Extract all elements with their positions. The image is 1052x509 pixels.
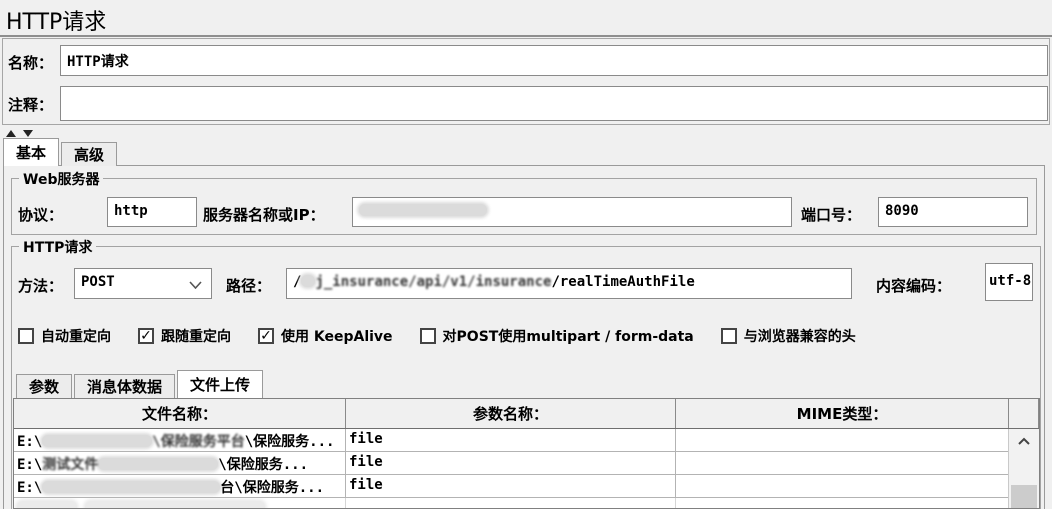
port-label: 端口号： bbox=[801, 206, 862, 224]
server-name-input[interactable] bbox=[352, 197, 792, 227]
checkbox-box[interactable] bbox=[419, 328, 436, 344]
redacted-text bbox=[359, 204, 487, 216]
chevron-down-icon bbox=[189, 281, 202, 289]
scroll-up-button[interactable] bbox=[1009, 429, 1039, 453]
text bbox=[77, 500, 85, 508]
name-label: 名称： bbox=[8, 54, 54, 72]
tab-advanced[interactable]: 高级 bbox=[61, 142, 118, 166]
cell-mime-type[interactable] bbox=[676, 429, 1009, 451]
table-row[interactable]: E:\测试文件 \保险服务... file bbox=[14, 452, 1039, 475]
protocol-label: 协议： bbox=[18, 206, 64, 224]
content-encoding-label: 内容编码： bbox=[876, 277, 952, 295]
text: E:\ bbox=[17, 480, 43, 496]
checkbox-auto-redirect[interactable]: 自动重定向 bbox=[18, 326, 111, 346]
tab-basic[interactable]: 基本 bbox=[3, 138, 60, 166]
cell-param-name[interactable]: file bbox=[346, 475, 676, 497]
redacted-text bbox=[301, 275, 316, 287]
text: / bbox=[293, 274, 302, 290]
redacted-text bbox=[98, 458, 219, 470]
path-label: 路径： bbox=[226, 277, 272, 295]
name-input[interactable]: HTTP请求 bbox=[60, 45, 1048, 76]
redacted-text bbox=[42, 481, 221, 493]
cell-file-name[interactable] bbox=[14, 498, 346, 508]
comments-input[interactable] bbox=[60, 86, 1048, 121]
web-server-legend: Web服务器 bbox=[19, 169, 104, 189]
text: E:\ bbox=[17, 457, 43, 473]
checkbox-box[interactable] bbox=[720, 328, 737, 344]
tab-body-data[interactable]: 消息体数据 bbox=[74, 374, 176, 398]
tab-parameters[interactable]: 参数 bbox=[16, 374, 73, 398]
path-input[interactable]: / j_insurance/api/v1/insurance/realTimeAu… bbox=[286, 268, 852, 299]
request-body-tab-bar: 参数 消息体数据 文件上传 bbox=[16, 369, 265, 398]
cell-param-name[interactable]: file bbox=[346, 452, 676, 474]
scrollbar-thumb[interactable] bbox=[1011, 485, 1037, 508]
protocol-input[interactable]: http bbox=[107, 197, 197, 227]
text: E:\ bbox=[17, 434, 43, 450]
cell-param-name[interactable]: file bbox=[346, 429, 676, 451]
blurred-text: j_insurance/api/v1/insurance bbox=[315, 274, 552, 290]
cell-file-name[interactable]: E:\ \保险服务平台\保险服务... bbox=[14, 429, 346, 451]
checkbox-follow-redirects[interactable]: ✓ 跟随重定向 bbox=[138, 326, 231, 346]
text: /realTimeAuthFile bbox=[551, 274, 695, 290]
column-header[interactable]: MIME类型： bbox=[676, 399, 1009, 428]
blurred-text: 测试文件 bbox=[42, 457, 99, 473]
server-name-label: 服务器名称或IP： bbox=[203, 206, 325, 224]
header-corner bbox=[1009, 399, 1039, 428]
cell-mime-type[interactable] bbox=[676, 498, 1009, 508]
method-select[interactable]: POST bbox=[74, 268, 212, 299]
tab-files-upload[interactable]: 文件上传 bbox=[177, 370, 264, 398]
method-label: 方法： bbox=[18, 277, 64, 295]
text: \保险服务... bbox=[218, 457, 309, 473]
checkbox-label: 自动重定向 bbox=[41, 329, 111, 345]
http-request-sampler-panel: HTTP请求 名称： HTTP请求 注释： 基本 高级 Web服务器 协议： ht… bbox=[0, 0, 1052, 509]
checkbox-use-keepalive[interactable]: ✓ 使用 KeepAlive bbox=[258, 326, 393, 346]
column-header[interactable]: 文件名称： bbox=[14, 399, 346, 428]
table-header-row: 文件名称： 参数名称： MIME类型： bbox=[14, 399, 1039, 429]
table-row[interactable] bbox=[14, 498, 1039, 508]
content-encoding-input[interactable]: utf-8 bbox=[985, 263, 1033, 301]
vertical-scrollbar[interactable] bbox=[1008, 429, 1039, 508]
files-upload-table: 文件名称： 参数名称： MIME类型： E:\ \保险服务平台\保险服务... file… bbox=[13, 398, 1040, 509]
text: \保险服务... bbox=[244, 434, 335, 450]
table-row[interactable]: E:\ 台\保险服务... file bbox=[14, 475, 1039, 498]
checkbox-label: 对POST使用multipart / form-data bbox=[442, 329, 694, 345]
redacted-text bbox=[17, 501, 77, 508]
comments-label: 注释： bbox=[8, 96, 54, 114]
redacted-text bbox=[42, 435, 153, 447]
http-request-legend: HTTP请求 bbox=[19, 237, 97, 257]
cell-mime-type[interactable] bbox=[676, 475, 1009, 497]
redacted-text bbox=[85, 501, 266, 508]
cell-file-name[interactable]: E:\测试文件 \保险服务... bbox=[14, 452, 346, 474]
options-checkbox-row: 自动重定向 ✓ 跟随重定向 ✓ 使用 KeepAlive 对POST使用multipart… bbox=[18, 324, 856, 348]
checkbox-label: 跟随重定向 bbox=[161, 329, 231, 345]
page-title: HTTP请求 bbox=[6, 10, 107, 35]
checkbox-box[interactable]: ✓ bbox=[138, 328, 154, 344]
column-header[interactable]: 参数名称： bbox=[346, 399, 676, 428]
splitter-collapse-down-icon[interactable] bbox=[23, 130, 33, 137]
checkbox-browser-compatible-headers[interactable]: 与浏览器兼容的头 bbox=[720, 326, 856, 346]
checkbox-box[interactable]: ✓ bbox=[258, 328, 274, 344]
checkbox-label: 与浏览器兼容的头 bbox=[743, 329, 856, 345]
text: 台\保险服务... bbox=[220, 480, 325, 496]
checkbox-label: 使用 KeepAlive bbox=[281, 329, 393, 345]
cell-param-name[interactable] bbox=[346, 498, 676, 508]
blurred-text: \保险服务平台 bbox=[152, 434, 245, 450]
title-bar: HTTP请求 bbox=[0, 0, 1052, 37]
table-body: E:\ \保险服务平台\保险服务... file E:\测试文件 \保险服务... fil… bbox=[14, 429, 1039, 508]
cell-file-name[interactable]: E:\ 台\保险服务... bbox=[14, 475, 346, 497]
cell-mime-type[interactable] bbox=[676, 452, 1009, 474]
checkbox-box[interactable] bbox=[18, 328, 34, 344]
main-tab-bar: 基本 高级 bbox=[3, 138, 119, 166]
chevron-up-icon bbox=[1018, 437, 1030, 445]
table-row[interactable]: E:\ \保险服务平台\保险服务... file bbox=[14, 429, 1039, 452]
port-input[interactable]: 8090 bbox=[878, 197, 1028, 227]
checkbox-multipart-form-data[interactable]: 对POST使用multipart / form-data bbox=[419, 326, 694, 346]
method-selected-value: POST bbox=[81, 274, 115, 290]
splitter-collapse-up-icon[interactable] bbox=[6, 130, 16, 137]
